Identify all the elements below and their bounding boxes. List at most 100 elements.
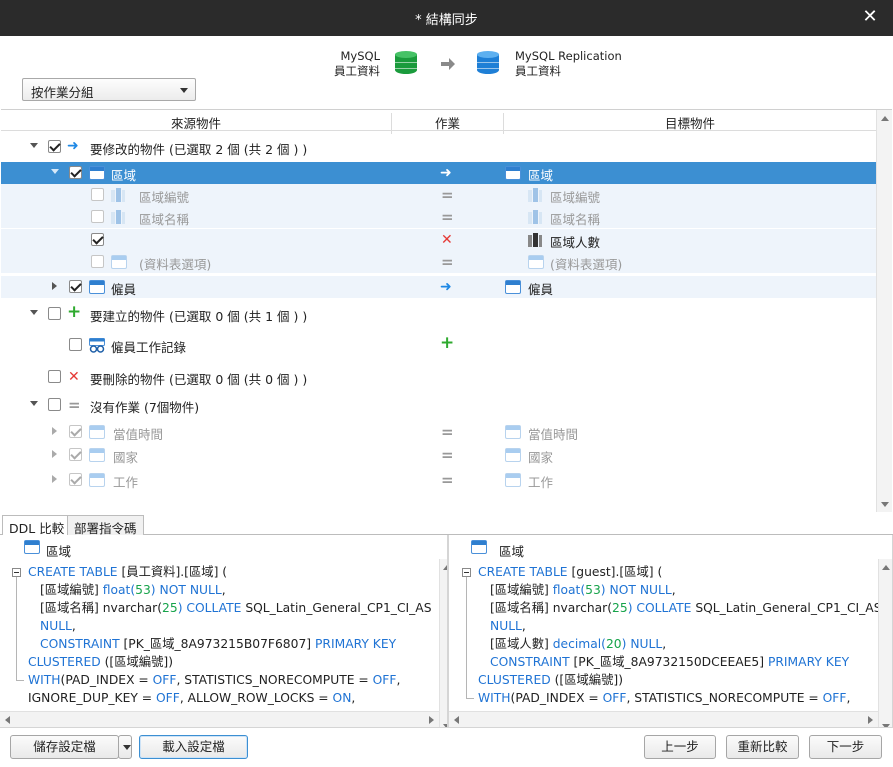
source-object: 僱員工作記錄 <box>111 340 187 355</box>
expand-icon[interactable] <box>52 282 57 290</box>
checkbox[interactable] <box>69 166 82 179</box>
close-icon[interactable]: ✕ <box>859 6 881 28</box>
expand-icon[interactable] <box>52 450 57 458</box>
column-icon <box>111 188 125 202</box>
target-database-icon <box>477 51 499 77</box>
tree-row-table-options[interactable]: (資料表選項) = (資料表選項) <box>1 251 876 273</box>
tree-row-table[interactable]: 國家 = 國家 <box>1 444 876 466</box>
table-icon <box>505 425 521 439</box>
tree-row-table[interactable]: 當值時間 = 當值時間 <box>1 421 876 443</box>
footer: 儲存設定檔 載入設定檔 上一步 重新比較 下一步 <box>0 727 893 767</box>
tree-row-region[interactable]: 區域 ➜ 區域 <box>1 162 876 184</box>
save-profile-dropdown[interactable] <box>118 735 132 759</box>
recompare-button[interactable]: 重新比較 <box>726 735 799 759</box>
col-source[interactable]: 來源物件 <box>1 113 391 132</box>
source-type: MySQL <box>340 49 381 63</box>
tab-deploy-script[interactable]: 部署指令碼 <box>67 515 144 536</box>
group-delete[interactable]: ✕ 要刪除的物件 (已選取 0 個 (共 0 個 ) ) <box>1 366 876 388</box>
tree-row-column[interactable]: 區域名稱 = 區域名稱 <box>1 206 876 228</box>
col-action[interactable]: 作業 <box>392 113 503 132</box>
column-icon <box>528 210 542 224</box>
modify-arrow-icon: ➜ <box>440 165 452 181</box>
source-object: 區域 <box>111 168 137 183</box>
code-line: WITH(PAD_INDEX = OFF, STATISTICS_NORECOM… <box>478 691 851 705</box>
ddl-source-pane: 區域 CREATE TABLE [員工資料].[區域] ( [區域編號] flo… <box>0 535 448 727</box>
group-label: 要建立的物件 (已選取 0 個 (共 1 個 ) ) <box>90 309 308 324</box>
ddl-target-hscroll[interactable] <box>449 711 878 727</box>
checkbox[interactable] <box>48 307 61 320</box>
ddl-source-hscroll[interactable] <box>0 711 439 727</box>
group-by-value: 按作業分組 <box>31 85 94 100</box>
ddl-source-vscroll[interactable] <box>439 559 447 727</box>
code-line: CLUSTERED ([區域編號]) <box>478 673 623 687</box>
collapse-icon[interactable] <box>30 310 38 315</box>
checkbox[interactable] <box>69 473 82 486</box>
group-modify[interactable]: ➜ 要修改的物件 (已選取 2 個 (共 2 個 ) ) <box>1 136 876 158</box>
chevron-down-icon <box>123 745 131 750</box>
code-line: [區域名稱] nvarchar(25) COLLATE SQL_Latin_Ge… <box>40 601 432 615</box>
source-object: 工作 <box>113 475 139 490</box>
collapse-icon[interactable] <box>51 169 59 174</box>
code-line: [區域人數] decimal(20) NULL, <box>490 637 667 651</box>
tree-column-header: 來源物件 作業 目標物件 <box>1 110 876 134</box>
back-button[interactable]: 上一步 <box>644 735 716 759</box>
fold-icon[interactable] <box>462 568 471 577</box>
code-line: CONSTRAINT [PK_區域_8A973215B07F6807] PRIM… <box>40 637 397 651</box>
checkbox[interactable] <box>91 255 104 268</box>
tree-row-employee[interactable]: 僱員 ➜ 僱員 <box>1 276 876 298</box>
table-icon <box>505 473 521 487</box>
checkbox[interactable] <box>48 140 61 153</box>
target-object: 工作 <box>528 475 554 490</box>
target-db: 員工資料 <box>515 64 561 78</box>
column-icon <box>528 233 542 247</box>
equal-icon: = <box>68 396 81 414</box>
ddl-target-title: 區域 <box>499 544 525 559</box>
fold-icon[interactable] <box>12 568 21 577</box>
checkbox[interactable] <box>91 233 104 246</box>
group-no-action[interactable]: = 沒有作業 (7個物件) <box>1 394 876 416</box>
table-icon <box>505 280 521 294</box>
table-icon <box>89 166 105 180</box>
code-line: CONSTRAINT [PK_區域_8A9732150DCEEAE5] PRIM… <box>490 655 850 669</box>
code-line: [區域編號] float(53) NOT NULL, <box>40 583 226 597</box>
plus-icon: + <box>67 302 82 322</box>
collapse-icon[interactable] <box>30 143 38 148</box>
checkbox[interactable] <box>91 210 104 223</box>
checkbox[interactable] <box>48 398 61 411</box>
load-profile-button[interactable]: 載入設定檔 <box>139 735 248 759</box>
source-db: 員工資料 <box>334 64 380 78</box>
save-profile-button[interactable]: 儲存設定檔 <box>10 735 119 759</box>
checkbox[interactable] <box>48 370 61 383</box>
tab-ddl-compare[interactable]: DDL 比較 <box>2 515 72 536</box>
group-label: 要刪除的物件 (已選取 0 個 (共 0 個 ) ) <box>90 372 308 387</box>
table-icon <box>505 448 521 462</box>
table-options-icon <box>111 255 127 269</box>
expand-icon[interactable] <box>52 475 57 483</box>
checkbox[interactable] <box>69 448 82 461</box>
tree-row-column[interactable]: ✕ 區域人數 <box>1 229 876 251</box>
scroll-down-icon[interactable] <box>881 502 889 507</box>
col-target[interactable]: 目標物件 <box>504 113 876 132</box>
checkbox[interactable] <box>69 280 82 293</box>
group-label: 沒有作業 (7個物件) <box>90 400 200 415</box>
checkbox[interactable] <box>91 188 104 201</box>
group-by-select[interactable]: 按作業分組 <box>22 78 196 101</box>
collapse-icon[interactable] <box>30 401 38 406</box>
tree-row-view[interactable]: 僱員工作記錄 + <box>1 334 876 356</box>
tree-row-table[interactable]: 工作 = 工作 <box>1 469 876 491</box>
checkbox[interactable] <box>69 425 82 438</box>
ddl-target-vscroll[interactable] <box>878 559 892 727</box>
tree-row-column[interactable]: 區域編號 = 區域編號 <box>1 184 876 206</box>
code-line: [區域名稱] nvarchar(25) COLLATE SQL_Latin_Ge… <box>490 601 882 615</box>
next-button[interactable]: 下一步 <box>809 735 882 759</box>
table-icon <box>89 473 105 487</box>
view-icon <box>89 338 105 353</box>
expand-icon[interactable] <box>52 427 57 435</box>
code-line: NULL, <box>40 619 76 633</box>
checkbox[interactable] <box>69 338 82 351</box>
tree-scrollbar[interactable] <box>876 110 892 512</box>
arrow-right-icon: ➜ <box>67 138 79 154</box>
scroll-up-icon[interactable] <box>881 116 889 121</box>
group-create[interactable]: + 要建立的物件 (已選取 0 個 (共 1 個 ) ) <box>1 303 876 325</box>
target-object: 區域 <box>528 168 554 183</box>
